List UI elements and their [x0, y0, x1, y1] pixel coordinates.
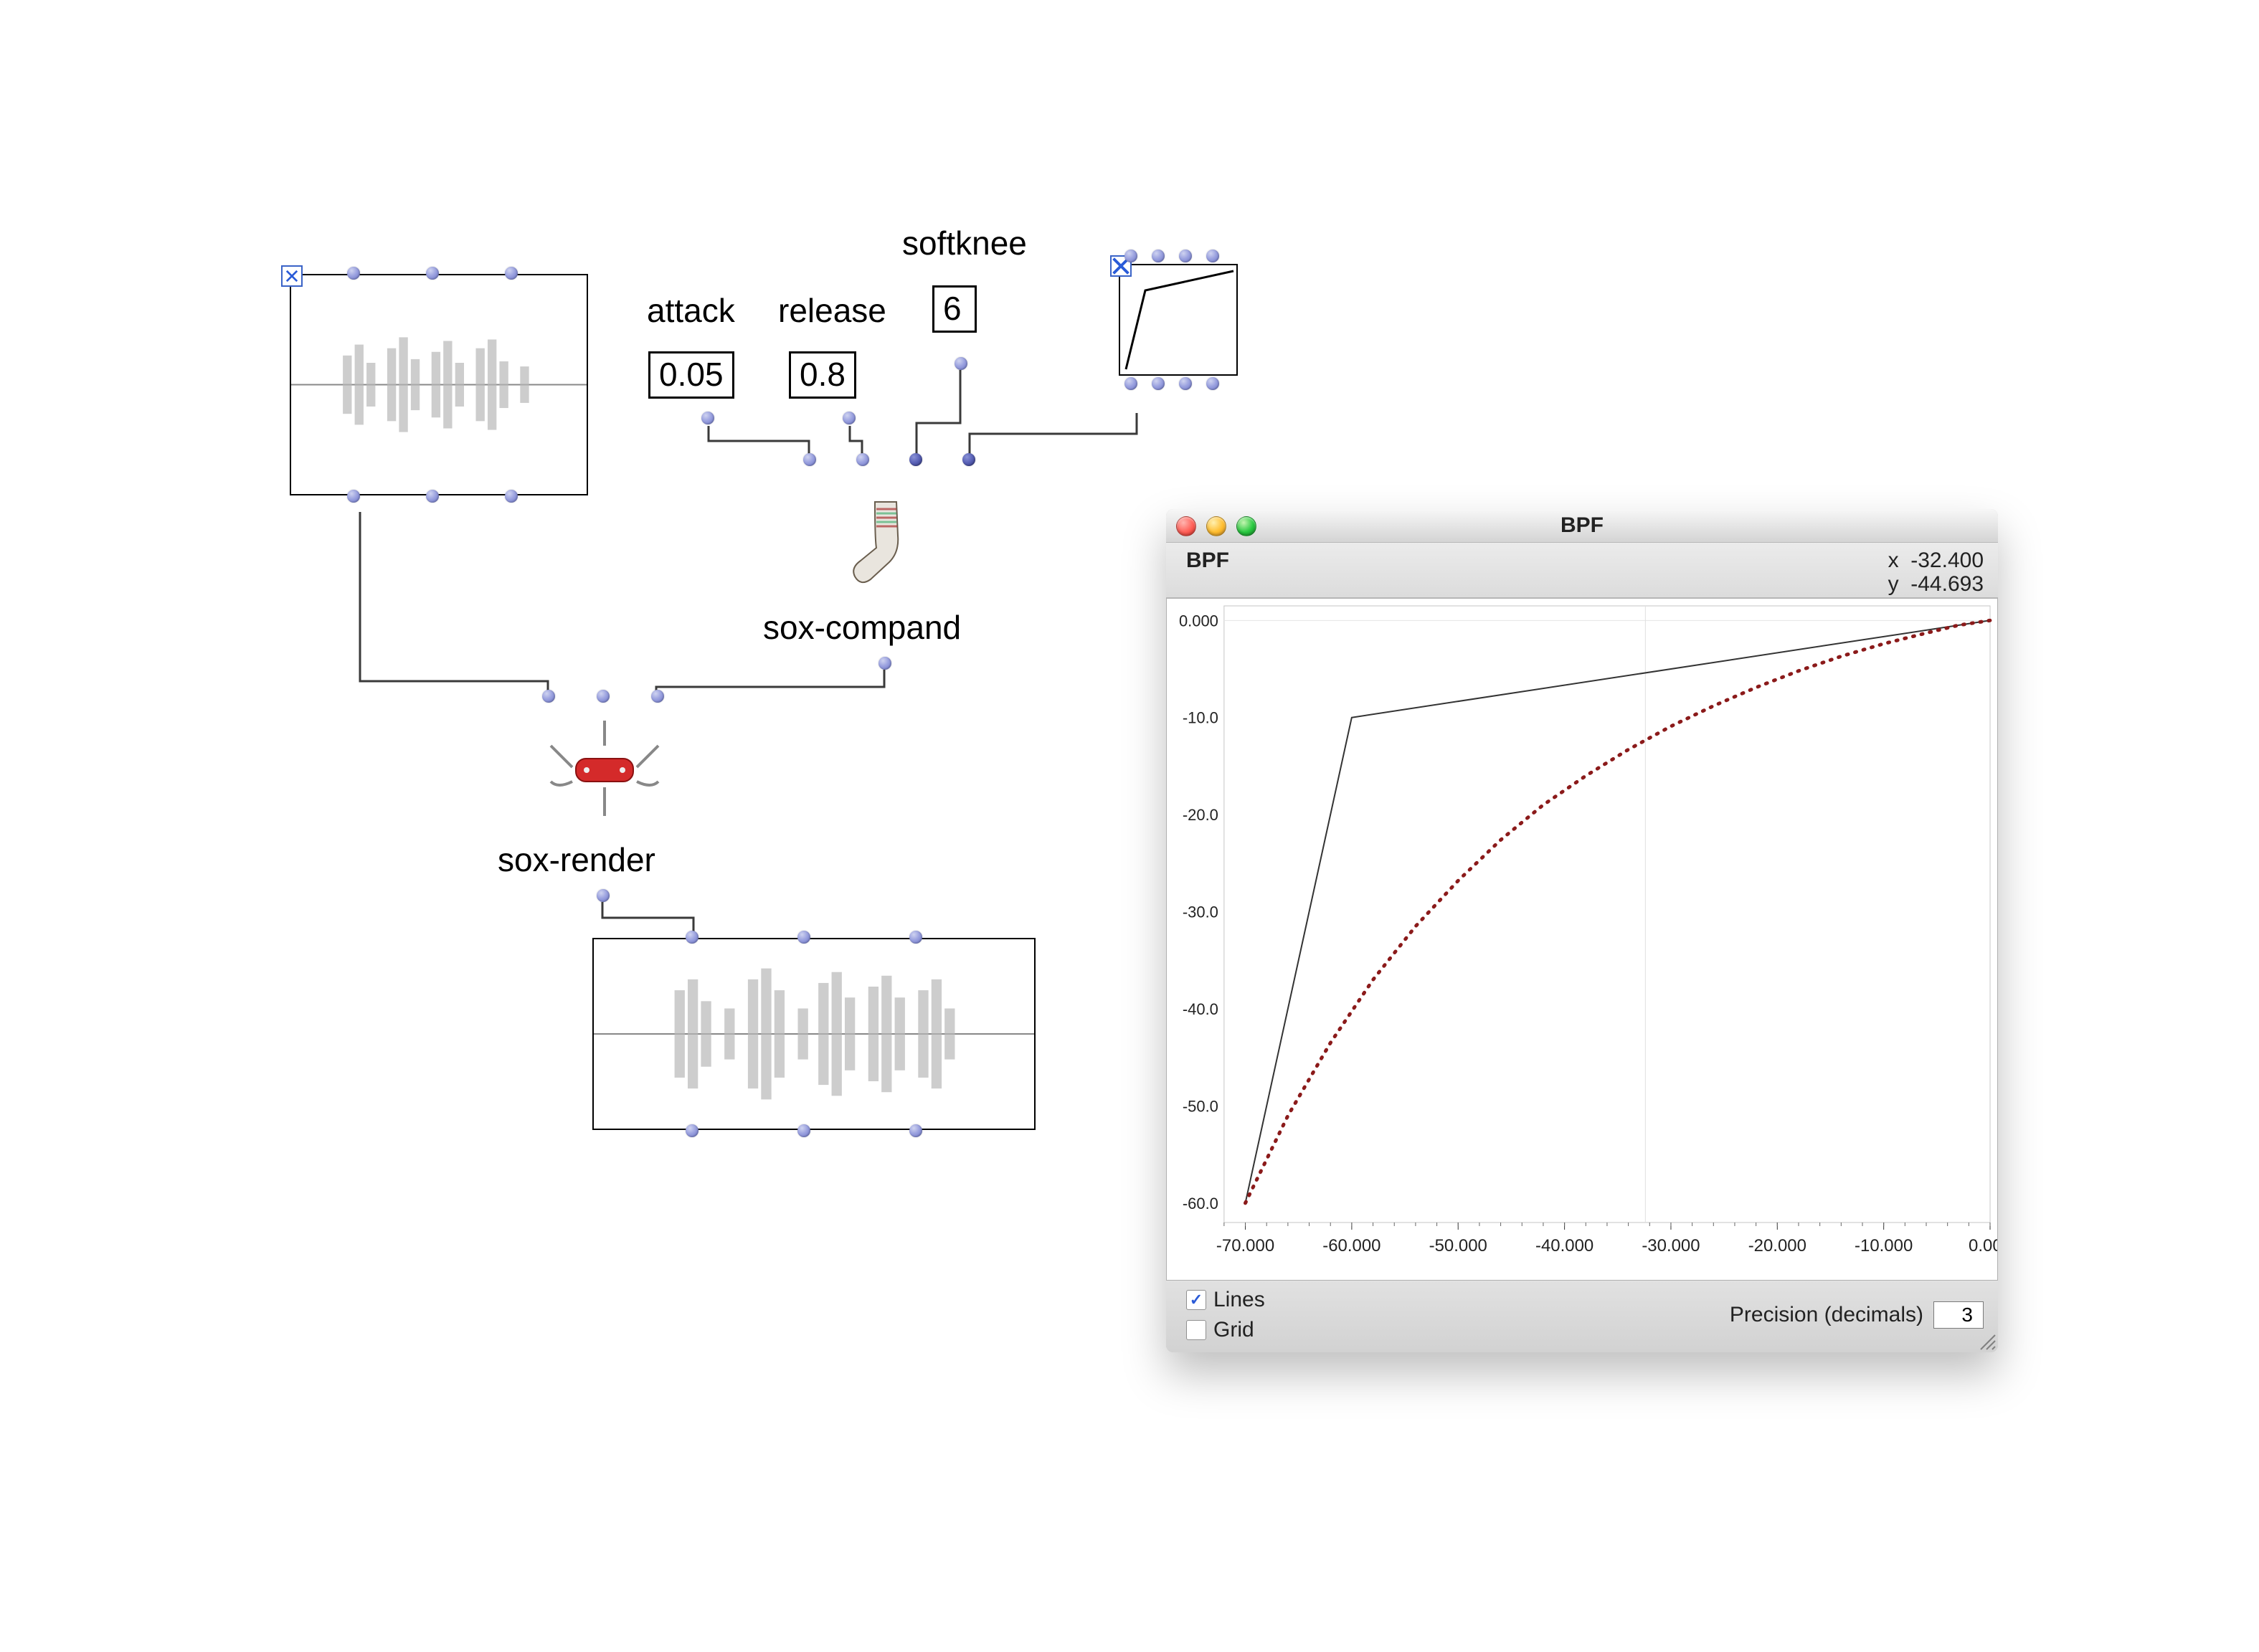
close-icon[interactable]	[281, 265, 303, 287]
svg-text:-40.0: -40.0	[1183, 1000, 1218, 1018]
svg-text:0.000: 0.000	[1969, 1236, 1997, 1255]
bpf-mini-box[interactable]	[1119, 264, 1238, 376]
cursor-coords: x -32.400 y -44.693	[1888, 549, 1984, 596]
waveform-icon	[291, 275, 587, 494]
soundfile-output-box[interactable]	[592, 938, 1036, 1130]
coord-y-value: -44.693	[1910, 572, 1984, 596]
outlet-port[interactable]	[505, 490, 518, 503]
release-value-box[interactable]: 0.8	[789, 351, 856, 399]
inlet-port[interactable]	[1179, 250, 1192, 262]
grid-checkbox-label: Grid	[1213, 1318, 1254, 1342]
zoom-button[interactable]	[1236, 516, 1256, 536]
svg-text:-30.000: -30.000	[1642, 1236, 1700, 1255]
inlet-port[interactable]	[962, 453, 975, 466]
inlet-port[interactable]	[1206, 250, 1219, 262]
sox-render-label: sox-render	[498, 840, 655, 879]
lines-checkbox-label: Lines	[1213, 1288, 1265, 1312]
sox-render-node[interactable]	[544, 717, 666, 828]
outlet-port[interactable]	[1206, 377, 1219, 390]
inlet-port[interactable]	[686, 931, 698, 944]
svg-text:-60.0: -60.0	[1183, 1195, 1218, 1212]
inlet-port[interactable]	[426, 267, 439, 280]
outlet-port[interactable]	[797, 1124, 810, 1137]
sox-compand-node[interactable]	[846, 496, 918, 593]
attack-label: attack	[647, 291, 735, 330]
outlet-port[interactable]	[701, 412, 714, 424]
bpf-window[interactable]: BPF BPF x -32.400 y -44.693 0.000 -10.0 -2…	[1166, 509, 1998, 1352]
bpf-chart: 0.000 -10.0 -20.0 -30.0 -40.0 -50.0 -60.0 -70.0…	[1167, 599, 1997, 1280]
bpf-subtitle: BPF	[1186, 549, 1229, 573]
svg-text:0.000: 0.000	[1179, 612, 1218, 630]
sox-compand-label: sox-compand	[763, 608, 961, 647]
svg-text:-40.000: -40.000	[1535, 1236, 1593, 1255]
outlet-port[interactable]	[597, 889, 610, 902]
lines-checkbox[interactable]: Lines	[1186, 1288, 1265, 1312]
outlet-port[interactable]	[909, 1124, 922, 1137]
svg-text:-20.000: -20.000	[1748, 1236, 1806, 1255]
svg-text:-10.000: -10.000	[1855, 1236, 1913, 1255]
inlet-port[interactable]	[797, 931, 810, 944]
grid-checkbox[interactable]: Grid	[1186, 1318, 1265, 1342]
softknee-value-box[interactable]: 6	[932, 285, 977, 333]
resize-handle[interactable]	[1976, 1331, 1997, 1351]
inlet-port[interactable]	[1124, 250, 1137, 262]
inlet-port[interactable]	[856, 453, 869, 466]
inlet-port[interactable]	[597, 690, 610, 703]
svg-text:-50.0: -50.0	[1183, 1097, 1218, 1115]
outlet-port[interactable]	[879, 657, 891, 670]
bpf-footer: Lines Grid Precision (decimals) 3	[1166, 1281, 1998, 1352]
attack-value-box[interactable]: 0.05	[648, 351, 734, 399]
outlet-port[interactable]	[686, 1124, 698, 1137]
outlet-port[interactable]	[1179, 377, 1192, 390]
inlet-port[interactable]	[347, 267, 360, 280]
outlet-port[interactable]	[1152, 377, 1165, 390]
waveform-icon	[594, 939, 1034, 1129]
inlet-port[interactable]	[803, 453, 816, 466]
inlet-port[interactable]	[505, 267, 518, 280]
inlet-port[interactable]	[542, 690, 555, 703]
bpf-thumbnail-icon	[1120, 265, 1236, 374]
release-label: release	[778, 291, 886, 330]
svg-text:-30.0: -30.0	[1183, 903, 1218, 921]
close-button[interactable]	[1176, 516, 1196, 536]
inlet-port[interactable]	[1152, 250, 1165, 262]
coord-x-label: x	[1888, 549, 1899, 572]
softknee-label: softknee	[902, 224, 1027, 262]
coord-y-label: y	[1888, 572, 1899, 596]
soundfile-input-box[interactable]	[290, 274, 588, 495]
bpf-subbar: BPF x -32.400 y -44.693	[1166, 543, 1998, 598]
outlet-port[interactable]	[347, 490, 360, 503]
titlebar[interactable]: BPF	[1166, 509, 1998, 543]
outlet-port[interactable]	[843, 412, 856, 424]
inlet-port[interactable]	[651, 690, 664, 703]
svg-text:-20.0: -20.0	[1183, 806, 1218, 824]
outlet-port[interactable]	[426, 490, 439, 503]
svg-text:-50.000: -50.000	[1429, 1236, 1487, 1255]
svg-text:-10.0: -10.0	[1183, 709, 1218, 727]
minimize-button[interactable]	[1206, 516, 1226, 536]
precision-label: Precision (decimals)	[1730, 1303, 1923, 1327]
svg-text:-60.000: -60.000	[1322, 1236, 1380, 1255]
window-title: BPF	[1561, 513, 1604, 538]
close-icon[interactable]	[1110, 255, 1132, 277]
outlet-port[interactable]	[955, 357, 967, 370]
outlet-port[interactable]	[1124, 377, 1137, 390]
inlet-port[interactable]	[909, 931, 922, 944]
svg-text:-70.000: -70.000	[1216, 1236, 1274, 1255]
inlet-port[interactable]	[909, 453, 922, 466]
precision-input[interactable]: 3	[1933, 1301, 1984, 1329]
bpf-plot[interactable]: 0.000 -10.0 -20.0 -30.0 -40.0 -50.0 -60.0 -70.0…	[1166, 598, 1998, 1281]
coord-x-value: -32.400	[1910, 549, 1984, 572]
